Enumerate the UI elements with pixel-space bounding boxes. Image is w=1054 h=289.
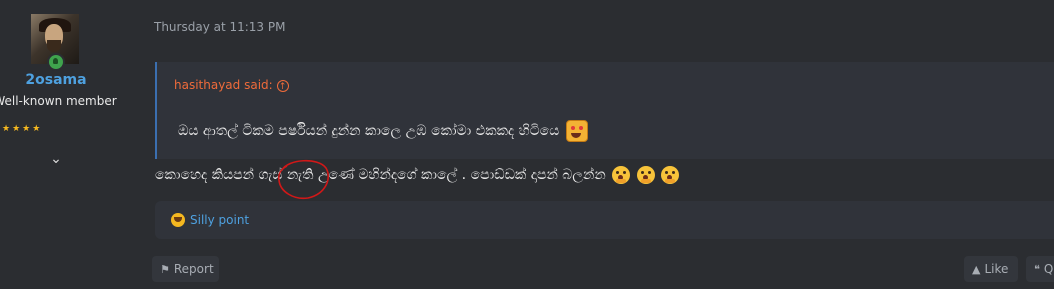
reaction-summary-link[interactable]: Silly point (190, 213, 249, 227)
chevron-down-icon[interactable]: ⌄ (45, 150, 67, 168)
quote-author[interactable]: hasithayad said: (174, 78, 273, 92)
message-text: කොහෙද කියපන් ගැස් නැති උණේ මහින්දගේ කාලේ… (155, 167, 606, 183)
reactions-bar: Silly point (155, 201, 1054, 239)
username-link[interactable]: 2osama (0, 72, 112, 88)
silly-reaction-icon (171, 213, 185, 227)
like-button[interactable]: ▲ Like (964, 256, 1018, 282)
like-label: Like (984, 262, 1009, 276)
thumbs-up-icon: ▲ (972, 263, 981, 276)
grin-emoji-icon (565, 120, 588, 142)
online-status-icon (47, 53, 65, 71)
user-rating-stars: ★★★★ (2, 124, 43, 134)
jump-to-quote-icon[interactable]: ↑ (276, 79, 289, 92)
user-sidebar: 2osama Well-known member ★★★★ ⌄ (0, 0, 117, 289)
post-message: කොහෙද කියපන් ගැස් නැති උණේ මහින්දගේ කාලේ… (155, 166, 680, 184)
quote-label: Q (1043, 262, 1054, 276)
quote-header[interactable]: hasithayad said: ↑ (174, 78, 289, 92)
user-title: Well-known member (0, 94, 117, 108)
hush-emoji-icon (636, 166, 655, 184)
quote-icon: ❝ (1034, 263, 1040, 276)
quote-text: ඔය ආතල් ටිකම පර්ෂියන් දුන්න කාලෙ උඹ කෝමා… (178, 123, 560, 139)
hush-emoji-icon (661, 166, 680, 184)
report-button[interactable]: ⚑ Report (152, 256, 219, 282)
quote-text-row: ඔය ආතල් ටිකම පර්ෂියන් දුන්න කාලෙ උඹ කෝමා… (178, 120, 588, 142)
post-timestamp[interactable]: Thursday at 11:13 PM (154, 20, 285, 34)
report-label: Report (173, 262, 214, 276)
hush-emoji-icon (612, 166, 631, 184)
avatar-beard (47, 40, 61, 52)
flag-icon: ⚑ (160, 263, 170, 276)
quote-block: hasithayad said: ↑ ඔය ආතල් ටිකම පර්ෂියන් … (155, 62, 1054, 159)
quote-button[interactable]: ❝ Q (1026, 256, 1054, 282)
